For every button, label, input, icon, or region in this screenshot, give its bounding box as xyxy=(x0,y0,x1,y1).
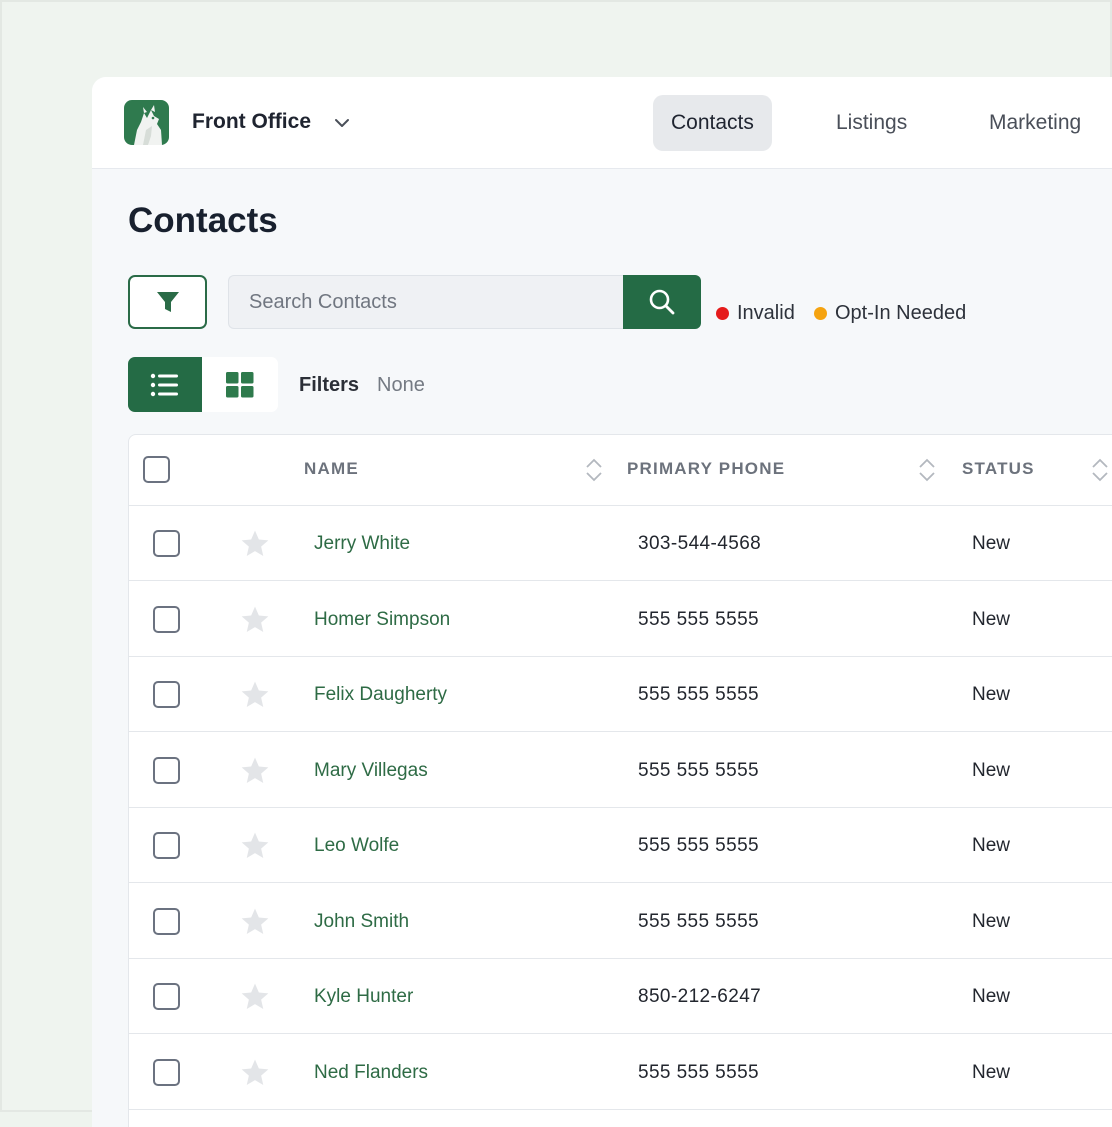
contact-status: New xyxy=(972,1061,1011,1083)
star-icon[interactable] xyxy=(239,906,271,938)
contact-name-link[interactable]: Kyle Hunter xyxy=(314,986,413,1008)
contact-status: New xyxy=(972,533,1011,554)
row-checkbox[interactable] xyxy=(153,756,180,784)
row-checkbox[interactable] xyxy=(153,983,180,1010)
contact-status: New xyxy=(972,759,1011,781)
contact-phone: 555 555 5555 xyxy=(638,835,760,856)
tab-listings[interactable]: Listings xyxy=(818,95,925,151)
star-icon[interactable] xyxy=(239,981,271,1013)
status-dot xyxy=(814,307,827,320)
contact-status: New xyxy=(972,835,1011,856)
row-checkbox[interactable] xyxy=(153,907,180,935)
contact-status: New xyxy=(972,608,1011,630)
select-all-checkbox[interactable] xyxy=(143,456,170,483)
tab-marketing[interactable]: Marketing xyxy=(971,95,1099,151)
star-icon[interactable] xyxy=(239,679,271,711)
legend-label: Invalid xyxy=(737,302,795,324)
table-row[interactable]: Mary Villegas 555 555 5555 New xyxy=(129,733,1112,808)
page-title: Contacts xyxy=(128,201,278,240)
table-row[interactable]: Kyle Hunter 850-212-6247 New xyxy=(129,959,1112,1034)
legend-opt-in-needed: Opt-In Needed xyxy=(814,302,966,325)
star-icon[interactable] xyxy=(239,1057,271,1089)
star-icon[interactable] xyxy=(239,755,271,787)
contact-phone: 555 555 5555 xyxy=(638,1061,760,1083)
funnel-icon xyxy=(156,292,179,312)
row-checkbox[interactable] xyxy=(153,1058,180,1086)
filter-button[interactable] xyxy=(128,275,207,329)
org-name[interactable]: Front Office xyxy=(192,110,311,134)
table-row[interactable]: Ned Flanders 555 555 5555 New xyxy=(129,1035,1112,1110)
sort-icon[interactable] xyxy=(1091,457,1109,483)
top-navigation-bar: Front Office Contacts Listings Marketing xyxy=(92,77,1112,169)
contact-phone: 850-212-6247 xyxy=(638,986,762,1007)
contact-name-link[interactable]: Homer Simpson xyxy=(314,609,450,631)
table-header: NAME PRIMARY PHONE STATUS xyxy=(129,435,1112,506)
filters-label: Filters xyxy=(299,374,360,396)
sort-icon[interactable] xyxy=(918,457,936,483)
contact-name-link[interactable]: Felix Daugherty xyxy=(314,684,447,706)
contact-name-link[interactable]: Jerry White xyxy=(314,533,410,555)
row-checkbox[interactable] xyxy=(153,681,180,708)
table-row[interactable]: Homer Simpson 555 555 5555 New xyxy=(129,582,1112,657)
wolf-logo-icon[interactable] xyxy=(124,100,169,145)
table-row[interactable]: Jerry White 303-544-4568 New xyxy=(129,506,1112,581)
contact-name-link[interactable]: John Smith xyxy=(314,911,409,933)
contact-phone: 555 555 5555 xyxy=(638,608,760,630)
search-button[interactable] xyxy=(623,275,701,329)
column-header-name[interactable]: NAME xyxy=(304,459,359,479)
row-checkbox[interactable] xyxy=(153,605,180,633)
contacts-table: NAME PRIMARY PHONE STATUS Jerry White 30… xyxy=(128,434,1112,1127)
status-dot xyxy=(716,307,729,320)
sort-icon[interactable] xyxy=(585,457,603,483)
contact-status: New xyxy=(972,986,1011,1007)
star-icon[interactable] xyxy=(239,830,271,862)
tab-contacts[interactable]: Contacts xyxy=(653,95,772,151)
table-row[interactable]: Felix Daugherty 555 555 5555 New xyxy=(129,657,1112,732)
filters-value[interactable]: None xyxy=(377,374,425,397)
contact-phone: 555 555 5555 xyxy=(638,759,760,781)
contact-phone: 555 555 5555 xyxy=(638,910,760,932)
table-row[interactable]: John Smith 555 555 5555 New xyxy=(129,884,1112,959)
legend-invalid: Invalid xyxy=(716,302,795,325)
grid-view-button[interactable] xyxy=(202,357,278,412)
contact-name-link[interactable]: Leo Wolfe xyxy=(314,835,399,857)
row-checkbox[interactable] xyxy=(153,530,180,557)
row-checkbox[interactable] xyxy=(153,832,180,859)
chevron-down-icon[interactable] xyxy=(332,113,352,133)
column-header-status[interactable]: STATUS xyxy=(962,459,1035,479)
list-icon xyxy=(150,373,178,396)
view-toggle xyxy=(128,357,278,412)
star-icon[interactable] xyxy=(239,528,271,560)
page-background: Front Office Contacts Listings Marketing… xyxy=(0,0,1112,1127)
table-row[interactable]: Leo Wolfe 555 555 5555 New xyxy=(129,808,1112,883)
column-header-primary-phone[interactable]: PRIMARY PHONE xyxy=(627,459,785,479)
contact-name-link[interactable]: Mary Villegas xyxy=(314,760,428,782)
legend-label: Opt-In Needed xyxy=(835,302,967,324)
search-input[interactable] xyxy=(228,275,624,329)
contact-status: New xyxy=(972,684,1011,705)
app-window: Front Office Contacts Listings Marketing… xyxy=(92,77,1112,1127)
contact-phone: 303-544-4568 xyxy=(638,533,762,554)
contact-name-link[interactable]: Ned Flanders xyxy=(314,1062,428,1084)
star-icon[interactable] xyxy=(239,604,271,636)
list-view-button[interactable] xyxy=(128,357,202,412)
contact-phone: 555 555 5555 xyxy=(638,684,760,705)
grid-icon xyxy=(226,371,254,397)
magnifier-icon xyxy=(649,289,675,315)
contact-status: New xyxy=(972,910,1011,932)
